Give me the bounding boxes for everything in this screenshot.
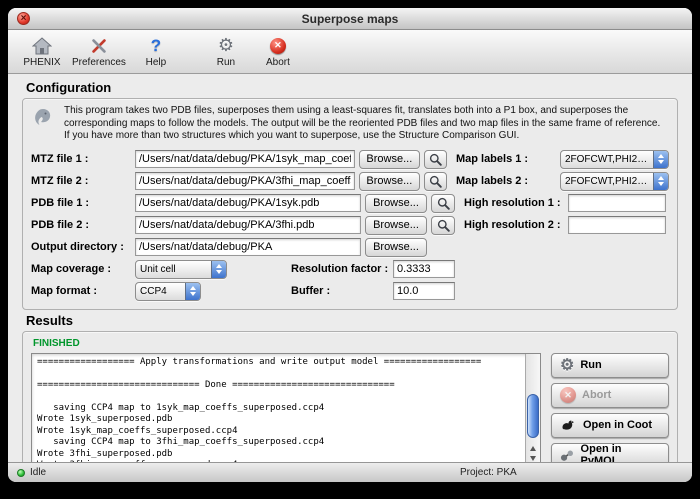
pdb-file-2-view-button[interactable] xyxy=(431,216,455,235)
status-indicator-icon xyxy=(17,469,25,477)
pdb-file-1-input[interactable] xyxy=(135,194,361,212)
mtz-file-1-browse-button[interactable]: Browse... xyxy=(359,150,419,169)
map-format-label: Map format : xyxy=(31,285,131,297)
abort-icon xyxy=(560,387,576,403)
toolbar-abort-button[interactable]: Abort xyxy=(256,36,300,68)
phenix-program-icon xyxy=(33,105,55,132)
app-window: Superpose maps PHENIX Preferences Help R… xyxy=(8,8,692,482)
magnifier-icon xyxy=(429,153,442,166)
mtz-file-2-view-button[interactable] xyxy=(424,172,447,191)
toolbar-preferences-button[interactable]: Preferences xyxy=(72,36,126,68)
scrollbar-thumb[interactable] xyxy=(527,394,539,438)
pdb-file-2-label: PDB file 2 : xyxy=(31,219,131,231)
status-badge: FINISHED xyxy=(33,338,669,349)
pdb-file-1-browse-button[interactable]: Browse... xyxy=(365,194,427,213)
toolbar-abort-label: Abort xyxy=(266,57,290,68)
results-buttons: Run Abort Open in Coot Open in PyMOL xyxy=(551,353,669,469)
pdb-file-2-row: PDB file 2 : Browse... High resolution 2… xyxy=(31,216,669,235)
open-in-coot-button[interactable]: Open in Coot xyxy=(551,413,669,438)
map-format-row: Map format : CCP4 Buffer : xyxy=(31,282,669,301)
pymol-molecule-icon xyxy=(560,449,575,462)
output-directory-label: Output directory : xyxy=(31,241,131,253)
mtz-file-1-view-button[interactable] xyxy=(424,150,447,169)
buffer-label: Buffer : xyxy=(291,285,389,297)
project-label: Project: PKA xyxy=(460,467,517,478)
console-scrollbar[interactable] xyxy=(525,354,540,468)
map-coverage-select[interactable]: Unit cell xyxy=(135,260,227,279)
coot-bird-icon xyxy=(560,419,577,432)
configuration-section-title: Configuration xyxy=(26,80,678,95)
toolbar-phenix-label: PHENIX xyxy=(23,57,60,68)
popup-arrows-icon xyxy=(653,173,668,190)
high-resolution-1-input[interactable] xyxy=(568,194,666,212)
mtz-file-1-row: MTZ file 1 : Browse... Map labels 1 : 2F… xyxy=(31,150,669,169)
magnifier-icon xyxy=(429,175,442,188)
magnifier-icon xyxy=(437,219,450,232)
output-directory-input[interactable] xyxy=(135,238,361,256)
scroll-up-button[interactable] xyxy=(526,441,540,454)
close-button[interactable] xyxy=(17,12,30,25)
abort-button: Abort xyxy=(551,383,669,408)
pdb-file-1-row: PDB file 1 : Browse... High resolution 1… xyxy=(31,194,669,213)
resolution-factor-input[interactable] xyxy=(393,260,455,278)
abort-icon xyxy=(270,36,286,56)
run-gear-icon xyxy=(560,355,574,375)
pdb-file-1-view-button[interactable] xyxy=(431,194,455,213)
magnifier-icon xyxy=(437,197,450,210)
run-gear-icon xyxy=(218,36,234,56)
configuration-groupbox: This program takes two PDB files, superp… xyxy=(22,98,678,310)
toolbar-phenix-button[interactable]: PHENIX xyxy=(20,36,64,68)
toolbar: PHENIX Preferences Help Run Abort xyxy=(8,30,692,74)
program-description-row: This program takes two PDB files, superp… xyxy=(33,105,667,143)
map-coverage-label: Map coverage : xyxy=(31,263,131,275)
preferences-tools-icon xyxy=(89,36,109,56)
mtz-file-1-label: MTZ file 1 : xyxy=(31,153,131,165)
map-labels-1-select[interactable]: 2FOFCWT,PHI2FOF... xyxy=(560,150,669,169)
high-resolution-2-label: High resolution 2 : xyxy=(464,219,564,231)
map-labels-1-label: Map labels 1 : xyxy=(456,153,556,165)
map-coverage-row: Map coverage : Unit cell Resolution fact… xyxy=(31,260,669,279)
map-format-slot: CCP4 xyxy=(135,282,287,301)
popup-arrows-icon xyxy=(211,261,226,278)
results-section-title: Results xyxy=(26,313,678,328)
toolbar-preferences-label: Preferences xyxy=(72,57,126,68)
mtz-file-2-row: MTZ file 2 : Browse... Map labels 2 : 2F… xyxy=(31,172,669,191)
results-body: ================== Apply transformations… xyxy=(31,353,669,469)
mtz-file-2-label: MTZ file 2 : xyxy=(31,175,131,187)
mtz-file-2-browse-button[interactable]: Browse... xyxy=(359,172,419,191)
popup-arrows-icon xyxy=(185,283,200,300)
mtz-file-2-input[interactable] xyxy=(135,172,355,190)
pdb-file-2-input[interactable] xyxy=(135,216,361,234)
toolbar-help-button[interactable]: Help xyxy=(134,36,178,68)
console-text: ================== Apply transformations… xyxy=(32,354,540,468)
results-groupbox: FINISHED ================== Apply transf… xyxy=(22,331,678,475)
toolbar-run-label: Run xyxy=(217,57,235,68)
console-output[interactable]: ================== Apply transformations… xyxy=(31,353,541,469)
status-text: Idle xyxy=(30,467,46,478)
output-directory-row: Output directory : Browse... xyxy=(31,238,669,257)
resolution-factor-label: Resolution factor : xyxy=(291,263,389,275)
map-format-select[interactable]: CCP4 xyxy=(135,282,201,301)
window-title: Superpose maps xyxy=(302,12,399,26)
phenix-home-icon xyxy=(32,36,52,56)
buffer-input[interactable] xyxy=(393,282,455,300)
run-button[interactable]: Run xyxy=(551,353,669,378)
high-resolution-1-label: High resolution 1 : xyxy=(464,197,564,209)
popup-arrows-icon xyxy=(653,151,668,168)
toolbar-help-label: Help xyxy=(146,57,167,68)
toolbar-run-button[interactable]: Run xyxy=(204,36,248,68)
program-description: This program takes two PDB files, superp… xyxy=(64,105,667,143)
help-icon xyxy=(151,36,161,56)
map-coverage-slot: Unit cell xyxy=(135,260,287,279)
map-labels-2-select[interactable]: 2FOFCWT,PHI2FOF... xyxy=(560,172,669,191)
title-bar: Superpose maps xyxy=(8,8,692,30)
map-labels-2-label: Map labels 2 : xyxy=(456,175,556,187)
output-directory-browse-button[interactable]: Browse... xyxy=(365,238,427,257)
pdb-file-1-label: PDB file 1 : xyxy=(31,197,131,209)
high-resolution-2-input[interactable] xyxy=(568,216,666,234)
status-bar: Idle Project: PKA xyxy=(8,462,692,482)
main-content: Configuration This program takes two PDB… xyxy=(8,74,692,475)
pdb-file-2-browse-button[interactable]: Browse... xyxy=(365,216,427,235)
mtz-file-1-input[interactable] xyxy=(135,150,355,168)
